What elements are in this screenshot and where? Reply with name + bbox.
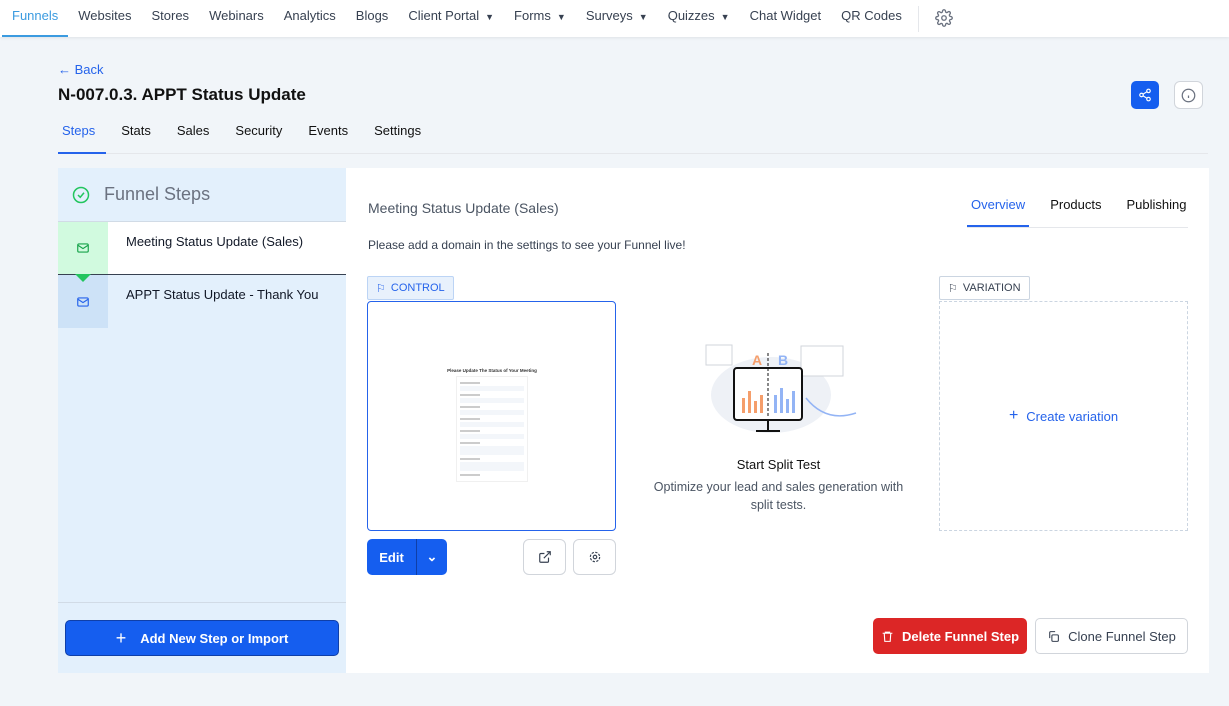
split-test-illustration: A B xyxy=(696,333,866,433)
nav-divider xyxy=(918,6,919,32)
chevron-down-icon[interactable]: ⌄ xyxy=(417,539,447,575)
nav-chat-widget[interactable]: Chat Widget xyxy=(740,0,832,37)
variation-label: VARIATION xyxy=(963,282,1021,294)
flag-icon: ⚐ xyxy=(376,282,386,295)
sidebar-heading: Funnel Steps xyxy=(104,184,210,205)
trash-icon xyxy=(881,630,894,643)
edit-button[interactable]: Edit ⌄ xyxy=(367,539,447,575)
tab-sales[interactable]: Sales xyxy=(173,118,221,154)
create-variation-label: Create variation xyxy=(1026,409,1118,424)
preview-title: Please Update The Status of Your Meeting xyxy=(446,368,538,373)
copy-icon xyxy=(1047,630,1060,643)
funnel-tabs: Steps Stats Sales Security Events Settin… xyxy=(58,118,1208,154)
create-variation-button[interactable]: + Create variation xyxy=(939,301,1188,531)
tab-settings[interactable]: Settings xyxy=(370,118,432,154)
nav-quizzes[interactable]: Quizzes ▼ xyxy=(658,0,740,37)
add-step-label: Add New Step or Import xyxy=(140,631,288,646)
open-preview-button[interactable] xyxy=(523,539,566,575)
active-step-indicator xyxy=(75,274,91,282)
domain-notice: Please add a domain in the settings to s… xyxy=(368,238,686,252)
nav-label: Quizzes xyxy=(668,8,715,23)
nav-label: Client Portal xyxy=(408,8,479,23)
gear-icon[interactable] xyxy=(925,0,963,37)
tab-security[interactable]: Security xyxy=(231,118,293,154)
tab-stats[interactable]: Stats xyxy=(117,118,162,154)
info-icon xyxy=(1181,88,1196,103)
top-nav: Funnels Websites Stores Webinars Analyti… xyxy=(0,0,1229,37)
tab-events[interactable]: Events xyxy=(304,118,359,154)
edit-label: Edit xyxy=(367,539,417,575)
nav-blogs[interactable]: Blogs xyxy=(346,0,399,37)
nav-stores[interactable]: Stores xyxy=(141,0,199,37)
mail-icon xyxy=(76,295,90,309)
page-title: N-007.0.3. APPT Status Update xyxy=(58,85,306,105)
nav-client-portal[interactable]: Client Portal ▼ xyxy=(398,0,504,37)
nav-label: Surveys xyxy=(586,8,633,23)
step-label: APPT Status Update - Thank You xyxy=(108,275,346,328)
plus-icon: + xyxy=(116,628,127,649)
tab-publishing[interactable]: Publishing xyxy=(1123,190,1191,227)
tab-products[interactable]: Products xyxy=(1046,190,1105,227)
nav-webinars[interactable]: Webinars xyxy=(199,0,274,37)
step-title: Meeting Status Update (Sales) xyxy=(368,200,559,216)
flag-icon: ⚐ xyxy=(948,282,958,295)
back-link[interactable]: ← Back xyxy=(58,62,104,77)
control-badge: ⚐ CONTROL xyxy=(367,276,454,300)
split-b-label: B xyxy=(778,352,788,368)
sidebar-header: Funnel Steps xyxy=(58,168,346,222)
mail-icon xyxy=(76,241,90,255)
nav-qr-codes[interactable]: QR Codes xyxy=(831,0,912,37)
funnel-steps-sidebar: Funnel Steps Meeting Status Update (Sale… xyxy=(58,168,346,673)
delete-step-button[interactable]: Delete Funnel Step xyxy=(873,618,1027,654)
check-circle-icon xyxy=(72,186,90,204)
step-item[interactable]: APPT Status Update - Thank You xyxy=(58,275,346,328)
variation-badge: ⚐ VARIATION xyxy=(939,276,1030,300)
chevron-down-icon: ▼ xyxy=(557,12,566,22)
control-label: CONTROL xyxy=(391,282,445,294)
split-test-description: Optimize your lead and sales generation … xyxy=(646,478,911,514)
nav-funnels[interactable]: Funnels xyxy=(2,0,68,37)
chevron-down-icon: ▼ xyxy=(721,12,730,22)
chevron-down-icon: ▼ xyxy=(639,12,648,22)
chevron-down-icon: ▼ xyxy=(485,12,494,22)
step-item[interactable]: Meeting Status Update (Sales) xyxy=(58,222,346,275)
tab-steps[interactable]: Steps xyxy=(58,118,106,154)
nav-websites[interactable]: Websites xyxy=(68,0,141,37)
step-settings-button[interactable] xyxy=(573,539,616,575)
delete-label: Delete Funnel Step xyxy=(902,629,1019,644)
gear-icon xyxy=(588,550,602,564)
split-test-title: Start Split Test xyxy=(646,457,911,472)
nav-analytics[interactable]: Analytics xyxy=(274,0,346,37)
external-link-icon xyxy=(538,550,552,564)
nav-forms[interactable]: Forms ▼ xyxy=(504,0,576,37)
nav-surveys[interactable]: Surveys ▼ xyxy=(576,0,658,37)
info-button[interactable] xyxy=(1174,81,1203,109)
step-label: Meeting Status Update (Sales) xyxy=(108,222,346,274)
share-icon xyxy=(1138,88,1152,102)
tab-overview[interactable]: Overview xyxy=(967,190,1029,227)
control-preview[interactable]: Please Update The Status of Your Meeting xyxy=(367,301,616,531)
clone-label: Clone Funnel Step xyxy=(1068,629,1176,644)
plus-icon: + xyxy=(1009,407,1018,425)
add-step-button[interactable]: + Add New Step or Import xyxy=(65,620,339,656)
clone-step-button[interactable]: Clone Funnel Step xyxy=(1035,618,1188,654)
step-detail-panel: Meeting Status Update (Sales) Overview P… xyxy=(346,168,1209,673)
nav-label: Forms xyxy=(514,8,551,23)
split-a-label: A xyxy=(752,352,762,368)
share-button[interactable] xyxy=(1131,81,1159,109)
split-test-promo: A B Start Split Test Optimize your lead … xyxy=(646,333,911,514)
